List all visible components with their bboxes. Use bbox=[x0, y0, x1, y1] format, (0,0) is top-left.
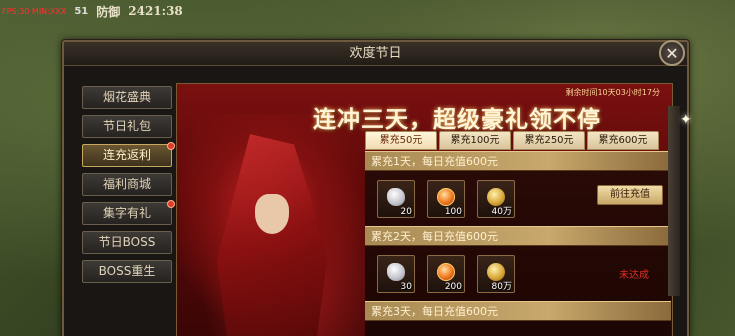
tab-recharge-50[interactable]: 累充50元 bbox=[365, 131, 437, 150]
item-quantity: 40万 bbox=[491, 206, 512, 217]
notification-dot-icon bbox=[167, 200, 175, 208]
sidebar-item-collect-words[interactable]: 集字有礼 bbox=[82, 200, 175, 225]
banner-title: 连冲三天，超级豪礼领不停 bbox=[313, 106, 601, 133]
white-gem-icon bbox=[387, 187, 405, 206]
hero-artwork bbox=[177, 114, 377, 336]
sidebar-item-fireworks[interactable]: 烟花盛典 bbox=[82, 86, 172, 109]
reward-row-header: 累充3天，每日充值600元 bbox=[365, 301, 671, 321]
sidebar-item-festival-pack[interactable]: 节日礼包 bbox=[82, 115, 172, 138]
sidebar-item-label: 连充返利 bbox=[102, 148, 151, 162]
notification-dot-icon bbox=[167, 142, 175, 150]
recharge-tabs: 累充50元 累充100元 累充250元 累充600元 bbox=[365, 131, 659, 150]
sidebar-item-label: BOSS重生 bbox=[98, 264, 156, 278]
item-quantity: 200 bbox=[444, 281, 462, 292]
fps-readout: FPS:30 MIN:XXX bbox=[2, 6, 67, 16]
reward-row: 30 200 80万 未达成 bbox=[365, 246, 671, 301]
hud-top-bar: FPS:30 MIN:XXX 51 防御 2421:38 bbox=[0, 0, 260, 22]
sidebar-item-label: 集字有礼 bbox=[102, 206, 151, 220]
close-icon: ✕ bbox=[665, 43, 679, 63]
sidebar: 烟花盛典 节日礼包 连充返利 福利商城 集字有礼 节日BOSS BOSS重生 bbox=[82, 86, 175, 283]
item-quantity: 100 bbox=[444, 206, 462, 217]
defense-value: 2421:38 bbox=[128, 4, 183, 18]
hero-face bbox=[255, 194, 289, 234]
sidebar-item-boss-respawn[interactable]: BOSS重生 bbox=[82, 260, 172, 283]
go-recharge-button[interactable]: 前往充值 bbox=[597, 185, 663, 205]
reward-slot[interactable]: 100 bbox=[427, 179, 465, 218]
sparkle-icon: ✦ bbox=[680, 112, 692, 128]
status-not-achieved: 未达成 bbox=[619, 270, 649, 281]
reward-row-header: 累充1天，每日充值600元 bbox=[365, 151, 671, 171]
reward-row-header: 累充2天，每日充值600元 bbox=[365, 226, 671, 246]
item-quantity: 30 bbox=[400, 281, 412, 292]
countdown-timer: 剩余时间10天03小时17分 bbox=[565, 88, 660, 97]
reward-slot[interactable]: 30 bbox=[377, 254, 415, 293]
close-button[interactable]: ✕ bbox=[659, 40, 685, 66]
sidebar-item-welfare-shop[interactable]: 福利商城 bbox=[82, 173, 172, 196]
dialog-title: 欢度节日 bbox=[64, 42, 687, 66]
reward-slot[interactable]: 40万 bbox=[477, 179, 515, 218]
item-quantity: 80万 bbox=[491, 281, 512, 292]
reward-slot[interactable]: 20 bbox=[377, 179, 415, 218]
orange-orb-icon bbox=[437, 187, 455, 206]
sidebar-item-label: 节日礼包 bbox=[102, 119, 151, 133]
tab-recharge-100[interactable]: 累充100元 bbox=[439, 131, 511, 150]
right-rail bbox=[668, 106, 680, 296]
item-quantity: 20 bbox=[400, 206, 412, 217]
white-gem-icon bbox=[387, 262, 405, 281]
hero-figure bbox=[217, 134, 327, 336]
main-panel: 剩余时间10天03小时17分 连冲三天，超级豪礼领不停 累充50元 累充100元… bbox=[176, 83, 673, 336]
orange-orb-icon bbox=[437, 262, 455, 281]
sidebar-item-label: 节日BOSS bbox=[98, 235, 156, 249]
sidebar-item-festival-boss[interactable]: 节日BOSS bbox=[82, 231, 172, 254]
reward-slot[interactable]: 200 bbox=[427, 254, 465, 293]
hud-value: 51 bbox=[74, 5, 89, 17]
defense-label: 防御 bbox=[96, 4, 121, 19]
reward-list: 累充1天，每日充值600元 20 100 40万 前往充值 累充2天，每日充值6… bbox=[365, 151, 671, 336]
tab-recharge-600[interactable]: 累充600元 bbox=[587, 131, 659, 150]
festival-dialog: 欢度节日 ✕ 烟花盛典 节日礼包 连充返利 福利商城 集字有礼 节日BOSS B… bbox=[62, 40, 689, 336]
reward-slot[interactable]: 80万 bbox=[477, 254, 515, 293]
sidebar-item-label: 烟花盛典 bbox=[102, 90, 151, 104]
reward-row: 20 100 40万 前往充值 bbox=[365, 171, 671, 226]
sidebar-item-label: 福利商城 bbox=[102, 177, 151, 191]
sidebar-item-recharge-rebate[interactable]: 连充返利 bbox=[82, 142, 175, 167]
tab-recharge-250[interactable]: 累充250元 bbox=[513, 131, 585, 150]
